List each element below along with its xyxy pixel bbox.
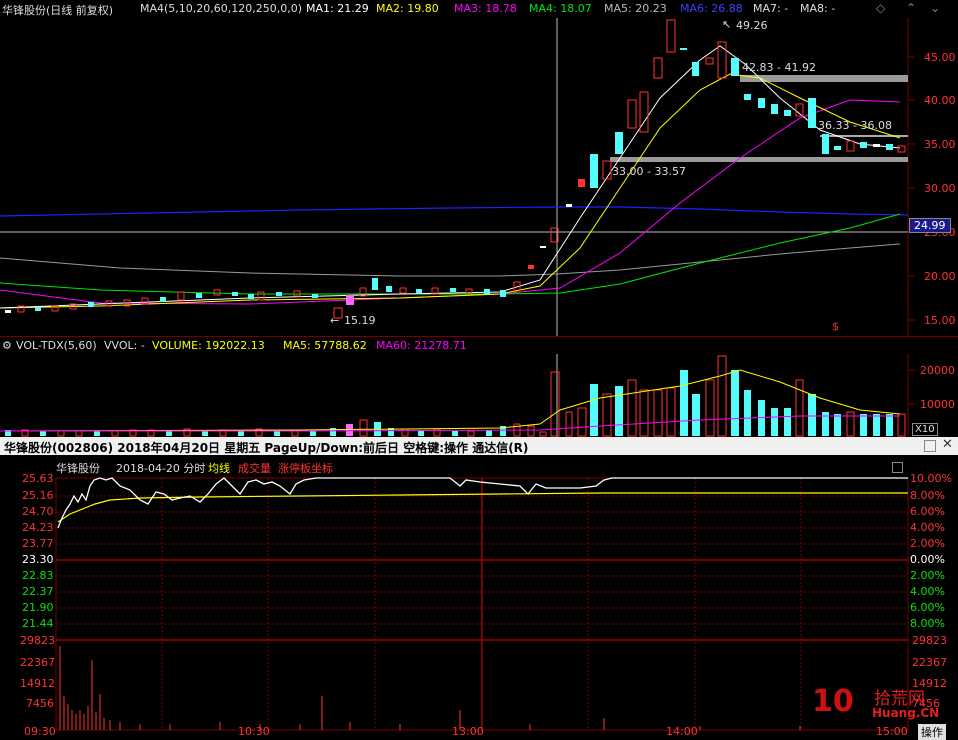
ma5-line <box>0 243 901 277</box>
volume-value: VOLUME: 192022.13 <box>152 339 265 352</box>
time-tick: 09:30 <box>24 725 56 738</box>
intraday-title-bar[interactable]: 华锋股份(002806) 2018年04月20日 星期五 PageUp/Down… <box>0 437 958 455</box>
ma2-line <box>0 73 901 309</box>
maximize-icon[interactable] <box>924 440 936 452</box>
price-tick: 20.00 <box>924 270 956 283</box>
low-arrow: ← <box>330 314 340 327</box>
price-tick: 35.00 <box>924 138 956 151</box>
time-tick: 13:00 <box>452 725 484 738</box>
dollar-marker: $ <box>832 320 839 333</box>
intraday-pct-tick: 4.00% <box>910 521 945 534</box>
kline-header: 华锋股份(日线 前复权) MA4(5,10,20,60,120,250,0,0)… <box>0 0 958 18</box>
intraday-price-line <box>57 477 908 529</box>
scroll-down-icon[interactable]: ⌄ <box>930 1 940 15</box>
volume-tick: 10000 <box>920 398 955 411</box>
ma5-value: MA5: 20.23 <box>604 2 667 15</box>
intraday-price-tick: 22.37 <box>22 585 54 598</box>
close-icon[interactable]: ✕ <box>942 437 953 452</box>
ma6-value: MA6: 26.88 <box>680 2 743 15</box>
intraday-price-tick: 21.44 <box>22 617 54 630</box>
vol-ma5-value: MA5: 57788.62 <box>283 339 367 352</box>
intraday-window-title: 华锋股份(002806) 2018年04月20日 星期五 PageUp/Down… <box>4 441 529 455</box>
time-tick: 15:00 <box>876 725 908 738</box>
stock-title[interactable]: 华锋股份(日线 前复权) <box>2 2 113 18</box>
intraday-volume-bars <box>59 646 801 730</box>
time-tick: 14:00 <box>666 725 698 738</box>
time-tick: 10:30 <box>238 725 270 738</box>
band-label-2: 36.33 - 36.08 <box>818 119 892 132</box>
ma8-value: MA8: - <box>800 2 836 15</box>
volume-chart[interactable] <box>0 354 958 437</box>
intraday-toggle-icon[interactable] <box>892 462 903 473</box>
support-band <box>610 157 908 162</box>
intraday-price-tick: 25.63 <box>22 472 54 485</box>
ma3-line <box>0 99 901 305</box>
intraday-price-tick: 23.30 <box>22 553 54 566</box>
price-tick: 45.00 <box>924 51 956 64</box>
watermark-number: 10 <box>812 684 854 719</box>
intraday-price-tick: 23.77 <box>22 537 54 550</box>
high-arrow: ↖ <box>722 18 732 31</box>
intraday-price-tick: 25.16 <box>22 489 54 502</box>
intraday-price-tick: 24.23 <box>22 521 54 534</box>
scroll-up-icon[interactable]: ⌃ <box>906 1 916 15</box>
ma7-value: MA7: - <box>753 2 789 15</box>
price-tick: 15.00 <box>924 314 956 327</box>
volume-header: ⚙ VOL-TDX(5,60) VVOL: - VOLUME: 192022.1… <box>0 338 958 354</box>
diamond-icon[interactable]: ◇ <box>876 1 885 15</box>
price-tick: 30.00 <box>924 182 956 195</box>
ma3-value: MA3: 18.78 <box>454 2 517 15</box>
intraday-price-tick: 21.90 <box>22 601 54 614</box>
volume-tick: 20000 <box>920 364 955 377</box>
intraday-price-tick: 24.70 <box>22 505 54 518</box>
intraday-pct-tick: 10.00% <box>910 472 952 485</box>
intraday-pct-tick: 0.00% <box>910 553 945 566</box>
volume-bars <box>5 355 906 437</box>
intraday-pct-tick: 4.00% <box>910 585 945 598</box>
volume-unit-badge: X10 <box>912 423 938 436</box>
intraday-pct-tick: 2.00% <box>910 537 945 550</box>
intraday-vol-tick-right: 29823 <box>912 634 947 647</box>
intraday-pct-tick: 6.00% <box>910 601 945 614</box>
intraday-vol-tick: 7456 <box>26 697 54 710</box>
ma4-value: MA4: 18.07 <box>529 2 592 15</box>
ma6-line <box>0 206 909 217</box>
panel-separator <box>0 336 958 337</box>
intraday-vol-tick-right: 22367 <box>912 656 947 669</box>
vol-ma60-value: MA60: 21278.71 <box>376 339 467 352</box>
band-label-1: 42.83 - 41.92 <box>742 61 816 74</box>
ma-params[interactable]: MA4(5,10,20,60,120,250,0,0) <box>140 2 302 15</box>
intraday-vol-tick: 29823 <box>20 634 55 647</box>
intraday-vol-tick: 22367 <box>20 656 55 669</box>
intraday-pct-tick: 6.00% <box>910 505 945 518</box>
low-price-label: 15.19 <box>344 314 376 327</box>
vvol-value: VVOL: - <box>104 339 145 352</box>
high-price-label: 49.26 <box>736 19 768 32</box>
intraday-pct-tick: 8.00% <box>910 489 945 502</box>
price-ticks <box>908 56 915 321</box>
price-tick: 40.00 <box>924 94 956 107</box>
intraday-vol-tick: 14912 <box>20 677 55 690</box>
watermark-url: Huang.CN <box>872 706 940 720</box>
cursor-price-badge: 24.99 <box>909 218 951 233</box>
band-label-3: 33.00 - 33.57 <box>612 165 686 178</box>
ma2-value: MA2: 19.80 <box>376 2 439 15</box>
ma4-line <box>0 213 901 295</box>
intraday-pct-tick: 2.00% <box>910 569 945 582</box>
watermark-logo: 10 拾荒网 Huang.CN <box>812 684 952 724</box>
ma1-value: MA1: 21.29 <box>306 2 369 15</box>
intraday-price-tick: 22.83 <box>22 569 54 582</box>
intraday-pct-tick: 8.00% <box>910 617 945 630</box>
settings-icon[interactable]: ⚙ <box>2 339 12 352</box>
intraday-header: 华锋股份 2018-04-20 分时 均线 成交量 涨停板坐标 <box>0 456 958 475</box>
vol-indicator-name[interactable]: VOL-TDX(5,60) <box>16 339 97 352</box>
